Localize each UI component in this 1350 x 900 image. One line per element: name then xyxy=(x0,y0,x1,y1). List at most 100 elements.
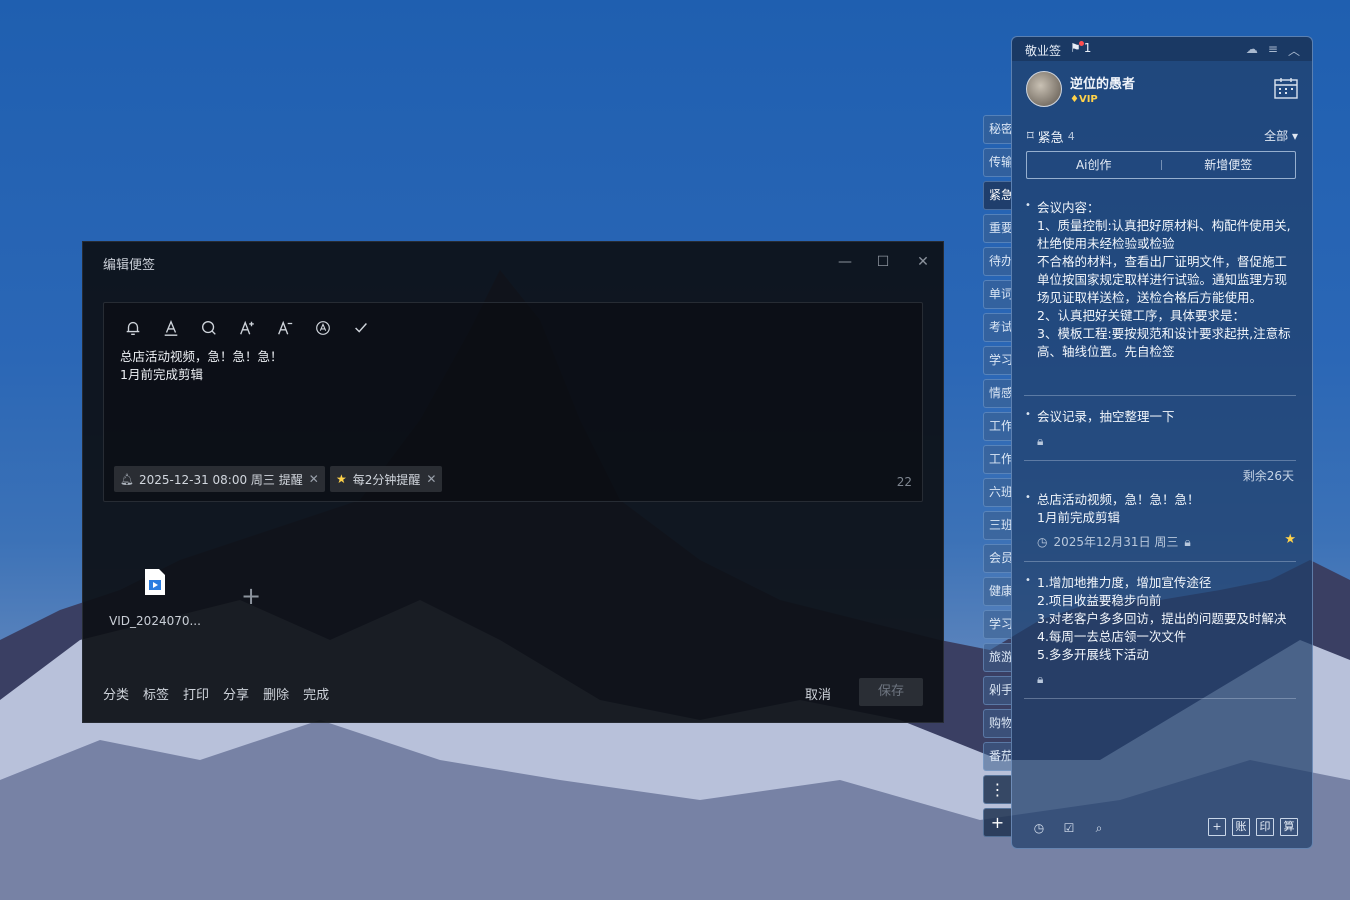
edit-note-window: 编辑便签 — ☐ ✕ 总店活动视频，急！急！急！ 1月前完成剪辑 🔔︎ 2025… xyxy=(82,241,944,723)
note-line: 会议内容： xyxy=(1037,200,1100,215)
font-decrease-icon[interactable] xyxy=(274,317,296,339)
tab-category[interactable]: 秘密 xyxy=(983,115,1011,144)
tab-category[interactable]: 学习 xyxy=(983,610,1011,639)
notification-icon: ⚑ xyxy=(1070,41,1084,55)
list-item[interactable]: 1.增加地推力度，增加宣传途径 2.项目收益要稳步向前 3.对老客户多多回访，提… xyxy=(1024,572,1296,699)
text-color-icon[interactable] xyxy=(160,317,182,339)
new-note-button[interactable]: 新增便签 xyxy=(1162,152,1296,178)
tab-category[interactable]: 传输 xyxy=(983,148,1011,177)
tab-category[interactable]: 三班 xyxy=(983,511,1011,540)
notification-button[interactable]: ⚑ 1 xyxy=(1070,41,1091,55)
lock-icon: 🔒︎ xyxy=(1037,672,1044,686)
tab-category[interactable]: 工作 xyxy=(983,412,1011,441)
app-name: 敬业签 xyxy=(1025,44,1062,58)
add-note-icon[interactable]: + xyxy=(1208,818,1226,836)
remaining-days: 剩余26天 xyxy=(1242,469,1294,483)
print-button[interactable]: 打印 xyxy=(183,684,209,703)
delete-button[interactable]: 删除 xyxy=(263,684,289,703)
complete-button[interactable]: 完成 xyxy=(303,684,329,703)
ai-create-button[interactable]: Ai创作 xyxy=(1027,152,1161,178)
tab-category[interactable]: 剁手 xyxy=(983,676,1011,705)
lock-icon: 🔒︎ xyxy=(1184,535,1191,549)
note-content[interactable]: 总店活动视频，急！急！急！ 1月前完成剪辑 xyxy=(120,348,283,384)
category-count: 4 xyxy=(1067,130,1075,143)
note-line: 2.项目收益要稳步向前 xyxy=(1037,593,1162,608)
attachment-item[interactable]: VID_2024070... xyxy=(105,568,205,628)
close-icon[interactable]: ✕ xyxy=(913,252,933,272)
clock-icon: ◷ xyxy=(1037,535,1048,549)
note-line: 总店活动视频，急！急！急！ xyxy=(120,349,283,364)
history-icon[interactable]: ◷ xyxy=(1030,819,1048,837)
attachment-name: VID_2024070... xyxy=(109,614,201,628)
done-list-icon[interactable]: ☑ xyxy=(1060,819,1078,837)
more-tabs-icon[interactable]: ⋮ xyxy=(983,775,1011,804)
list-item[interactable]: 会议记录，抽空整理一下 🔒︎ xyxy=(1024,406,1296,461)
panel-action-bar: Ai创作 新增便签 xyxy=(1026,151,1296,179)
save-button[interactable]: 保存 xyxy=(859,678,923,706)
tab-category[interactable]: 单词 xyxy=(983,280,1011,309)
menu-icon[interactable]: ≡ xyxy=(1268,42,1278,59)
tab-category-active[interactable]: 紧急 xyxy=(983,181,1011,210)
collapse-icon[interactable]: ︿ xyxy=(1288,42,1300,59)
tab-category[interactable]: 情感 xyxy=(983,379,1011,408)
minimize-icon[interactable]: — xyxy=(835,252,855,272)
tab-category[interactable]: 六班 xyxy=(983,478,1011,507)
note-line: 1月前完成剪辑 xyxy=(120,367,203,382)
panel-footer: ◷ ☑ ⌕ + 账 印 算 xyxy=(1012,808,1312,848)
note-line: 1、质量控制:认真把好原材料、构配件使用关,杜绝使用未经检验或检验 xyxy=(1037,218,1291,251)
tab-category[interactable]: 番茄 xyxy=(983,742,1011,771)
username: 逆位的愚者 xyxy=(1070,77,1136,92)
tab-category[interactable]: 旅游 xyxy=(983,643,1011,672)
tab-category[interactable]: 工作 xyxy=(983,445,1011,474)
current-category[interactable]: ⌑ 紧急 4 xyxy=(1027,127,1075,146)
tab-category[interactable]: 待办 xyxy=(983,247,1011,276)
add-category-icon[interactable]: + xyxy=(983,808,1011,837)
remove-repeat-icon[interactable]: ✕ xyxy=(426,472,436,486)
list-item[interactable]: 会议内容： 1、质量控制:认真把好原材料、构配件使用关,杜绝使用未经检验或检验 … xyxy=(1024,197,1296,396)
account-icon[interactable]: 账 xyxy=(1232,818,1250,836)
search-icon[interactable] xyxy=(198,317,220,339)
cancel-button[interactable]: 取消 xyxy=(805,684,831,703)
note-line: 4.每周一去总店领一次文件 xyxy=(1037,629,1187,644)
category-button[interactable]: 分类 xyxy=(103,684,129,703)
category-name: 紧急 xyxy=(1037,131,1064,146)
print-icon[interactable]: 印 xyxy=(1256,818,1274,836)
category-tabs: 秘密 传输 紧急 重要 待办 单词 考试 学习 情感 工作 工作 六班 三班 会… xyxy=(983,115,1011,841)
note-line: 3.对老客户多多回访，提出的问题要及时解决 xyxy=(1037,611,1287,626)
auto-format-icon[interactable] xyxy=(312,317,334,339)
reminder-bell-icon[interactable] xyxy=(122,317,144,339)
share-button[interactable]: 分享 xyxy=(223,684,249,703)
tab-category[interactable]: 购物 xyxy=(983,709,1011,738)
note-editor-area[interactable]: 总店活动视频，急！急！急！ 1月前完成剪辑 🔔︎ 2025-12-31 08:0… xyxy=(103,302,923,502)
format-toolbar xyxy=(122,317,372,339)
add-attachment-icon[interactable]: + xyxy=(241,582,261,610)
panel-header[interactable]: 敬业签 ⚑ 1 ☁ ≡ ︿ xyxy=(1012,37,1312,61)
note-line: 总店活动视频，急！急！急！ xyxy=(1037,492,1200,507)
remove-reminder-icon[interactable]: ✕ xyxy=(309,472,319,486)
notification-count: 1 xyxy=(1083,41,1092,55)
calendar-icon[interactable] xyxy=(1274,77,1298,99)
avatar[interactable] xyxy=(1026,71,1062,107)
list-item[interactable]: 剩余26天 总店活动视频，急！急！急！ 1月前完成剪辑 ◷ 2025年12月31… xyxy=(1024,469,1296,562)
reminder-chip[interactable]: 🔔︎ 2025-12-31 08:00 周三 提醒 ✕ xyxy=(114,466,325,492)
calculator-icon[interactable]: 算 xyxy=(1280,818,1298,836)
tab-category[interactable]: 学习 xyxy=(983,346,1011,375)
check-icon[interactable] xyxy=(350,317,372,339)
tab-category[interactable]: 会员 xyxy=(983,544,1011,573)
tab-category[interactable]: 重要 xyxy=(983,214,1011,243)
search-icon[interactable]: ⌕ xyxy=(1090,819,1108,837)
note-line: 会议记录，抽空整理一下 xyxy=(1037,409,1175,424)
maximize-icon[interactable]: ☐ xyxy=(873,252,893,272)
bookmark-icon: ⌑ xyxy=(1027,129,1034,144)
font-increase-icon[interactable] xyxy=(236,317,258,339)
window-titlebar[interactable]: 编辑便签 — ☐ ✕ xyxy=(83,242,943,282)
char-count: 22 xyxy=(896,475,912,489)
tag-button[interactable]: 标签 xyxy=(143,684,169,703)
note-line: 5.多多开展线下活动 xyxy=(1037,647,1149,662)
tab-category[interactable]: 健康 xyxy=(983,577,1011,606)
repeat-chip[interactable]: ★ 每2分钟提醒 ✕ xyxy=(330,466,443,492)
filter-dropdown[interactable]: 全部 ▾ xyxy=(1264,127,1298,144)
cloud-sync-icon[interactable]: ☁ xyxy=(1246,42,1258,59)
user-profile[interactable]: 逆位的愚者 ♦VIP xyxy=(1026,71,1135,107)
tab-category[interactable]: 考试 xyxy=(983,313,1011,342)
